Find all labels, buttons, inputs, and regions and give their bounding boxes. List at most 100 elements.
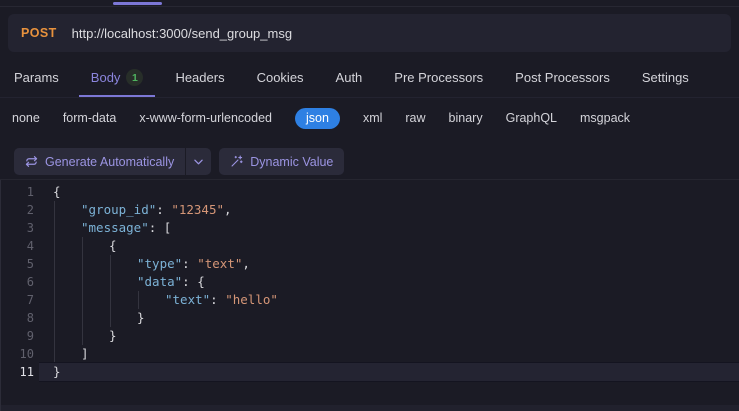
code-line-content: "message": [ [39, 219, 739, 237]
dynamic-value-label: Dynamic Value [250, 154, 334, 169]
code-line-content: "type": "text", [39, 255, 739, 273]
tab-label: Auth [335, 70, 363, 85]
line-number: 7 [26, 293, 34, 307]
code-token: : [ [148, 220, 172, 235]
tab-label: Pre Processors [394, 70, 484, 85]
code-line[interactable]: 2 "group_id": "12345", [1, 201, 739, 219]
code-line[interactable]: 1{ [1, 183, 739, 201]
line-number: 8 [26, 311, 34, 325]
code-token: "message" [81, 220, 149, 235]
indent-guide-line [54, 273, 55, 291]
line-number: 11 [19, 365, 34, 379]
body-type-graphql[interactable]: GraphQL [506, 111, 557, 125]
code-line-content: } [39, 363, 739, 381]
http-method-label[interactable]: POST [21, 26, 57, 40]
chevron-down-icon [194, 159, 203, 165]
body-type-xml[interactable]: xml [363, 111, 382, 125]
indent-guide-line [82, 291, 83, 309]
indent-guide-line [110, 273, 111, 291]
code-token: } [137, 310, 145, 325]
generate-automatically-button[interactable]: Generate Automatically [14, 148, 212, 175]
tab-badge-count: 1 [126, 69, 144, 86]
code-token: : { [182, 274, 205, 289]
tab-cookies[interactable]: Cookies [245, 60, 316, 97]
tab-post-processors[interactable]: Post Processors [503, 60, 622, 97]
body-type-selector: none form-data x-www-form-urlencoded json xm… [0, 98, 739, 138]
url-section: POST http://localhost:3000/send_group_ms… [0, 7, 739, 60]
code-line[interactable]: 10] [1, 345, 739, 363]
tab-auth[interactable]: Auth [324, 60, 375, 97]
code-token: "text" [165, 292, 211, 307]
line-number: 2 [26, 203, 34, 217]
indent-guide-line [54, 237, 55, 255]
line-number: 4 [26, 239, 34, 253]
indent-guide-line [82, 309, 83, 327]
dynamic-value-button[interactable]: Dynamic Value [219, 148, 345, 175]
tab-settings[interactable]: Settings [630, 60, 701, 97]
indent-guide-line [110, 309, 111, 327]
code-line-content: "group_id": "12345", [39, 201, 739, 219]
indent-guide-line [82, 327, 83, 345]
editor-toolbar: Generate Automatically Dynamic Value [0, 138, 739, 180]
code-line-content: { [39, 183, 739, 201]
tab-headers[interactable]: Headers [163, 60, 236, 97]
code-token: : [156, 202, 172, 217]
indent-guide-line [138, 291, 139, 309]
indent-guide-line [82, 255, 83, 273]
code-line[interactable]: 9} [1, 327, 739, 345]
tab-params[interactable]: Params [2, 60, 71, 97]
tab-label: Post Processors [515, 70, 610, 85]
code-line-content: ] [39, 345, 739, 363]
code-line[interactable]: 5 "type": "text", [1, 255, 739, 273]
tab-pre-processors[interactable]: Pre Processors [382, 60, 495, 97]
indent-guide-line [82, 273, 83, 291]
code-line[interactable]: 4{ [1, 237, 739, 255]
body-type-raw[interactable]: raw [405, 111, 425, 125]
repeat-icon [25, 155, 38, 168]
body-type-form-data[interactable]: form-data [63, 111, 117, 125]
json-body-editor[interactable]: 1{2 "group_id": "12345", 3 "message": [4{5 "… [0, 180, 739, 405]
code-token: "group_id" [81, 202, 157, 217]
code-line[interactable]: 3 "message": [ [1, 219, 739, 237]
request-url-bar[interactable]: POST http://localhost:3000/send_group_ms… [8, 14, 731, 52]
indent-guide-line [54, 219, 55, 237]
tab-body[interactable]: Body 1 [78, 60, 156, 97]
indent-guide-line [54, 201, 55, 219]
indent-guide-line [110, 291, 111, 309]
request-tab-strip [0, 0, 739, 7]
code-token: ] [81, 346, 89, 361]
indent-guide-line [54, 327, 55, 345]
magic-wand-icon [230, 155, 243, 168]
generate-options-caret[interactable] [186, 159, 211, 165]
code-token: "12345" [171, 202, 225, 217]
body-type-msgpack[interactable]: msgpack [580, 111, 630, 125]
indent-guide-line [54, 255, 55, 273]
dynamic-value-main[interactable]: Dynamic Value [219, 155, 344, 169]
code-token: , [242, 256, 250, 271]
code-token: : [210, 292, 226, 307]
generate-automatically-main[interactable]: Generate Automatically [14, 155, 185, 169]
code-line-content: } [39, 327, 739, 345]
indent-guide-line [54, 345, 55, 363]
code-line[interactable]: 6 "data": { [1, 273, 739, 291]
indent-guide-line [82, 237, 83, 255]
tab-label: Body [90, 70, 121, 85]
body-type-none[interactable]: none [12, 111, 40, 125]
body-type-x-www-form-urlencoded[interactable]: x-www-form-urlencoded [139, 111, 272, 125]
request-url-text[interactable]: http://localhost:3000/send_group_msg [72, 26, 292, 41]
code-token: "data" [137, 274, 183, 289]
line-number: 9 [26, 329, 34, 343]
code-line-content: "text": "hello" [39, 291, 739, 309]
body-type-binary[interactable]: binary [449, 111, 483, 125]
code-line[interactable]: 8} [1, 309, 739, 327]
code-line[interactable]: 7 "text": "hello" [1, 291, 739, 309]
app-window: POST http://localhost:3000/send_group_ms… [0, 0, 739, 411]
body-type-json[interactable]: json [295, 107, 340, 129]
code-token: : [182, 256, 198, 271]
code-line-content: "data": { [39, 273, 739, 291]
code-line[interactable]: 11} [1, 363, 739, 381]
code-line-content: { [39, 237, 739, 255]
request-config-tabs: Params Body 1 Headers Cookies Auth Pre Process… [0, 60, 739, 98]
indent-guide-line [54, 291, 55, 309]
code-token: } [53, 364, 61, 379]
